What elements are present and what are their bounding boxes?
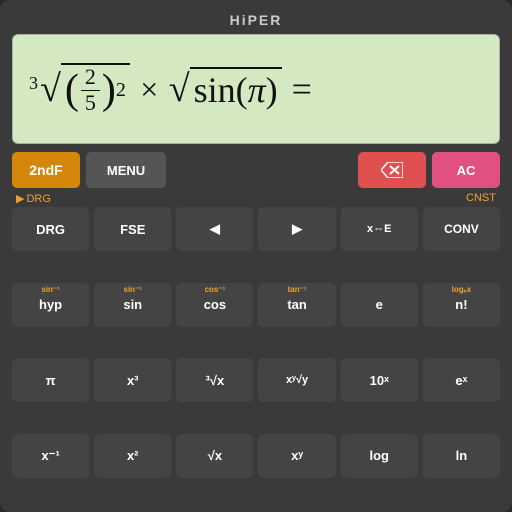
e-button[interactable]: e xyxy=(341,283,418,327)
xE-button[interactable]: x⇔E xyxy=(341,207,418,251)
display-expression: 3 √ ( 2 5 ) 2 × √ sin(π) = xyxy=(29,63,312,114)
backspace-button[interactable] xyxy=(358,152,426,188)
log-button[interactable]: log xyxy=(341,434,418,478)
right-arrow-button[interactable]: ▶ xyxy=(258,207,335,251)
drg-button[interactable]: DRG xyxy=(12,207,89,251)
nfact-button[interactable]: logₐx n! xyxy=(423,283,500,327)
display-screen: 3 √ ( 2 5 ) 2 × √ sin(π) = xyxy=(12,34,500,144)
10x-button[interactable]: 10ˣ xyxy=(341,358,418,402)
tan-button[interactable]: tan⁻¹ tan xyxy=(258,283,335,327)
backspace-icon xyxy=(381,162,403,178)
cnst-indicator: CNST xyxy=(466,192,496,205)
app-title: HiPER xyxy=(8,8,504,34)
calculator: HiPER 3 √ ( 2 5 ) 2 × √ xyxy=(0,0,512,512)
xrooty-button[interactable]: xʸ√y xyxy=(258,358,335,402)
xpowy-button[interactable]: xʸ xyxy=(258,434,335,478)
xinv-button[interactable]: x⁻¹ xyxy=(12,434,89,478)
sin-button[interactable]: sin⁻¹ sin xyxy=(94,283,171,327)
ln-button[interactable]: ln xyxy=(423,434,500,478)
menu-button[interactable]: MENU xyxy=(86,152,166,188)
drg-cnst-row: ▶ DRG CNST xyxy=(16,192,496,205)
sqrt: √ sin(π) xyxy=(169,67,282,111)
pi-button[interactable]: π xyxy=(12,358,89,402)
sqrt-button[interactable]: √x xyxy=(176,434,253,478)
cuberoot-button[interactable]: ³√x xyxy=(176,358,253,402)
buttons-grid: DRG FSE ◀ ▶ x⇔E CONV sin⁻¹ hyp sin⁻¹ sin… xyxy=(12,207,500,504)
drg-indicator: ▶ DRG xyxy=(16,192,51,205)
cube-root: 3 √ ( 2 5 ) 2 xyxy=(29,63,130,114)
xcubed-button[interactable]: x³ xyxy=(94,358,171,402)
xsquared-button[interactable]: x² xyxy=(94,434,171,478)
controls-row: 2ndF MENU AC xyxy=(12,152,500,188)
hyp-button[interactable]: sin⁻¹ hyp xyxy=(12,283,89,327)
ex-button[interactable]: eˣ xyxy=(423,358,500,402)
left-arrow-button[interactable]: ◀ xyxy=(176,207,253,251)
fse-button[interactable]: FSE xyxy=(94,207,171,251)
2ndf-button[interactable]: 2ndF xyxy=(12,152,80,188)
cos-button[interactable]: cos⁻¹ cos xyxy=(176,283,253,327)
ac-button[interactable]: AC xyxy=(432,152,500,188)
conv-button[interactable]: CONV xyxy=(423,207,500,251)
